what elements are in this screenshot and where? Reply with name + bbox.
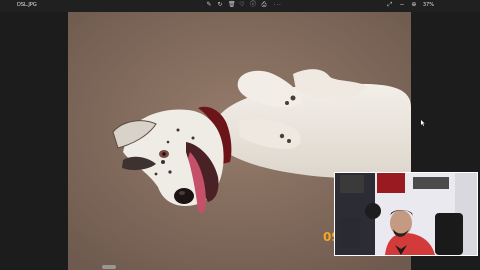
title-bar: DSL.JPG ✎ ↻ 🗑 ♡ ⓘ ⎙ ··· ⤢ − ⊕ 37% (0, 0, 480, 12)
webcam-feed (335, 173, 477, 255)
toolbar: ✎ ↻ 🗑 ♡ ⓘ ⎙ ··· (206, 2, 282, 9)
more-options-button[interactable]: ··· (274, 2, 282, 8)
info-icon[interactable]: ⓘ (250, 2, 256, 8)
file-name: DSL.JPG (17, 2, 37, 8)
edit-icon[interactable]: ✎ (206, 2, 212, 8)
print-icon[interactable]: ⎙ (261, 2, 267, 8)
filmstrip-indicator[interactable] (102, 265, 116, 269)
webcam-overlay (334, 172, 478, 256)
zoom-out-icon[interactable]: − (399, 2, 405, 8)
delete-icon[interactable]: 🗑 (228, 2, 236, 8)
zoom-controls: ⤢ − ⊕ 37% (387, 2, 434, 9)
zoom-in-icon[interactable]: ⊕ (411, 2, 417, 8)
zoom-level: 37% (422, 2, 434, 8)
dog-nose (174, 188, 194, 204)
expand-icon[interactable]: ⤢ (387, 2, 393, 8)
rotate-icon[interactable]: ↻ (217, 2, 223, 8)
favorite-icon[interactable]: ♡ (239, 2, 245, 8)
mouse-cursor-icon (421, 120, 425, 126)
